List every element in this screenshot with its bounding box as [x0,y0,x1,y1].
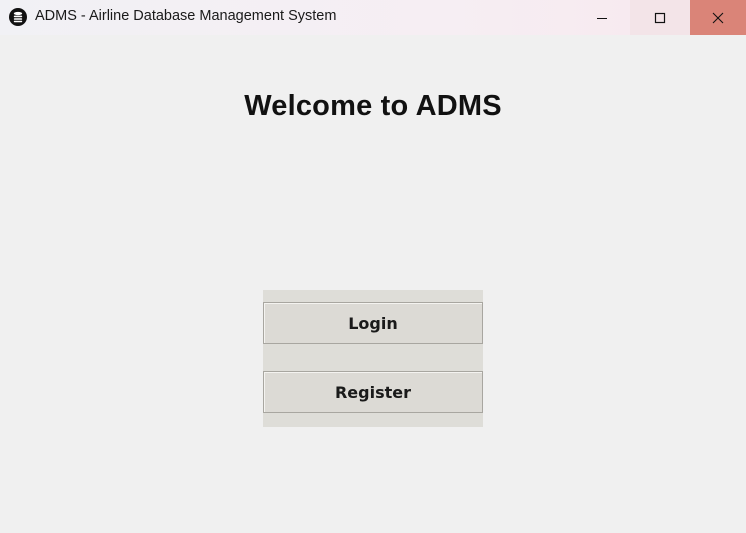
maximize-button[interactable] [630,0,690,35]
close-button[interactable] [690,0,746,35]
login-button[interactable]: Login [263,302,483,344]
button-panel: Login Register [263,290,483,427]
minimize-button[interactable] [574,0,630,35]
title-bar[interactable]: ADMS - Airline Database Management Syste… [0,0,746,35]
register-button[interactable]: Register [263,371,483,413]
minimize-icon [597,17,607,19]
maximize-icon [654,12,666,23]
app-window: ADMS - Airline Database Management Syste… [0,0,746,533]
window-title: ADMS - Airline Database Management Syste… [35,8,337,24]
welcome-heading: Welcome to ADMS [244,90,502,122]
database-icon [9,8,27,26]
close-icon [712,12,724,23]
